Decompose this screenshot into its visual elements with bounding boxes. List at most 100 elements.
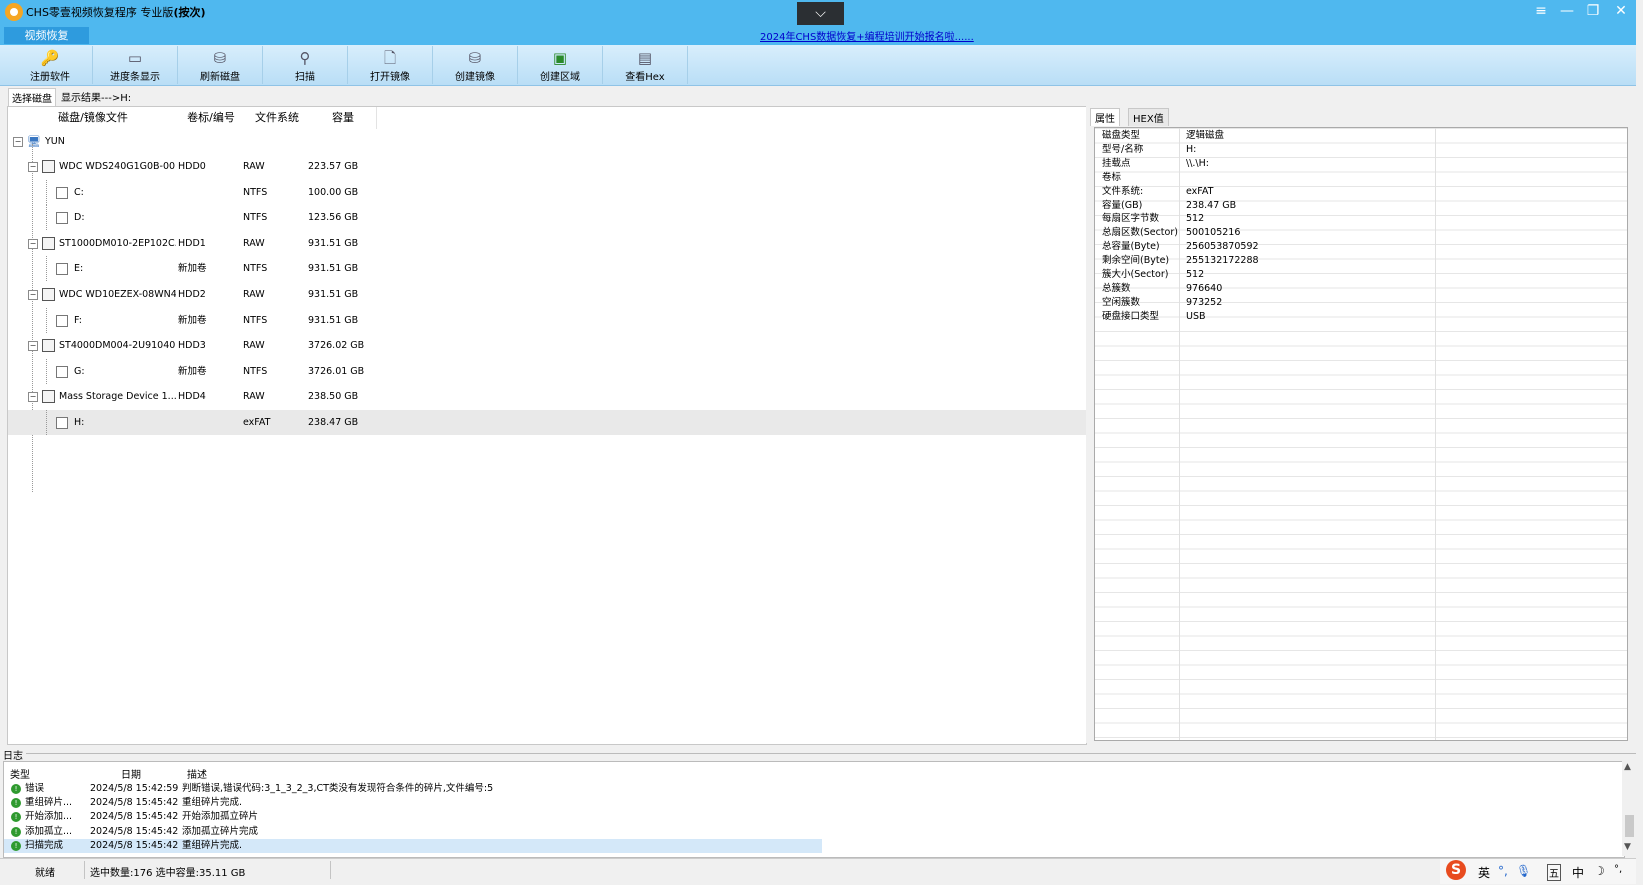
tab-select-disk[interactable]: 选择磁盘 — [8, 88, 56, 106]
register-button[interactable]: 🔑 注册软件 — [8, 46, 93, 84]
volume-checkbox[interactable] — [56, 212, 68, 225]
volume-row[interactable]: G: 新加卷 NTFS 3726.01 GB — [8, 358, 1086, 384]
log-row[interactable]: ! 重组碎片... 2024/5/8 15:45:42 重组碎片完成. — [4, 796, 822, 811]
volume-checkbox[interactable] — [56, 365, 68, 378]
log-header-desc[interactable]: 描述 — [187, 766, 207, 781]
volume-checkbox[interactable] — [56, 263, 68, 276]
window-menu-button[interactable]: ≡ — [1530, 1, 1552, 21]
volume-name: C: — [74, 186, 84, 198]
scroll-down-icon[interactable]: ▼ — [1624, 842, 1631, 852]
volume-checkbox[interactable] — [56, 417, 68, 429]
wubi-input-icon[interactable]: 五 — [1547, 864, 1561, 881]
volume-row[interactable]: D: NTFS 123.56 GB — [8, 205, 1086, 231]
create-region-icon: ▣ — [552, 49, 568, 67]
volume-label: 新加卷 — [178, 365, 207, 377]
status-divider — [330, 861, 331, 879]
collapse-toggle-icon[interactable]: − — [28, 238, 38, 249]
property-row: 卷标 — [1095, 171, 1627, 186]
log-header-date[interactable]: 日期 — [121, 766, 141, 781]
property-row: 型号/名称 H: — [1095, 143, 1627, 158]
volume-row[interactable]: C: NTFS 100.00 GB — [8, 179, 1086, 205]
disk-icon — [42, 288, 55, 301]
create-image-button[interactable]: ⛁ 创建镜像 — [433, 46, 518, 84]
status-ok-icon: ! — [11, 798, 21, 809]
volume-checkbox[interactable] — [56, 314, 68, 327]
log-header-type[interactable]: 类型 — [10, 766, 30, 781]
volume-row[interactable]: F: 新加卷 NTFS 931.51 GB — [8, 307, 1086, 333]
log-desc: 判断错误,错误代码:3_1_3_2_3,CT类没有发现符合条件的碎片,文件编号:… — [182, 783, 494, 794]
progress-display-button[interactable]: ▭ 进度条显示 — [93, 46, 178, 84]
disk-row[interactable]: − Mass Storage Device 1... HDD4 RAW 238.50 G… — [8, 384, 1086, 409]
scroll-up-icon[interactable]: ▲ — [1624, 762, 1631, 772]
disk-row[interactable]: − ST1000DM010-2EP102C... HDD1 RAW 931.51 GB — [8, 231, 1086, 256]
window-edge — [1636, 0, 1643, 884]
ime-english-toggle[interactable]: 英 — [1478, 864, 1490, 881]
refresh-disk-button[interactable]: ⛁ 刷新磁盘 — [178, 46, 263, 84]
volume-checkbox[interactable] — [56, 186, 68, 199]
volume-name: F: — [74, 314, 82, 326]
log-desc: 添加孤立碎片完成 — [182, 825, 259, 837]
disk-refresh-icon: ⛁ — [213, 49, 227, 67]
tab-show-result[interactable]: 显示结果--->H: — [58, 88, 134, 105]
column-header-capacity[interactable]: 容量 — [310, 107, 377, 129]
filesystem-value: RAW — [243, 340, 265, 352]
collapse-panel-button[interactable]: ⌵ — [797, 2, 844, 25]
collapse-toggle-icon[interactable]: − — [28, 392, 38, 403]
close-button[interactable]: ✕ — [1610, 1, 1632, 21]
disk-row[interactable]: − WDC WD10EZEX-08WN4... HDD2 RAW 931.51 GB — [8, 282, 1086, 307]
log-type: 重组碎片... — [25, 797, 73, 809]
log-desc: 重组碎片完成. — [182, 797, 243, 809]
collapse-toggle-icon[interactable]: − — [28, 290, 38, 300]
log-row[interactable]: ! 错误 2024/5/8 15:42:59 判断错误,错误代码:3_1_3_2_3,… — [4, 782, 822, 797]
disk-row[interactable]: − ST4000DM004-2U91040... HDD3 RAW 3726.02 GB — [8, 333, 1086, 358]
column-header-label[interactable]: 卷标/编号 — [178, 107, 245, 129]
disk-icon — [42, 236, 55, 250]
tree-root-label: YUN — [45, 136, 65, 147]
ime-chinese-toggle[interactable]: 中 — [1572, 864, 1584, 881]
property-key: 空闲簇数 — [1102, 296, 1141, 308]
scan-button[interactable]: ⚲ 扫描 — [263, 46, 348, 84]
ime-punctuation-toggle[interactable]: °, — [1498, 864, 1508, 878]
status-ok-icon: ! — [11, 840, 21, 851]
log-row[interactable]: ! 添加孤立... 2024/5/8 15:45:42 添加孤立碎片完成 — [4, 825, 822, 840]
log-divider — [26, 753, 1636, 754]
maximize-button[interactable]: ❐ — [1582, 1, 1604, 21]
capacity-value: 238.50 GB — [308, 391, 359, 403]
sogou-ime-icon[interactable]: S — [1446, 860, 1466, 880]
filesystem-value: NTFS — [243, 314, 268, 326]
view-tabs — [0, 86, 1643, 104]
ime-width-toggle[interactable]: ☽ — [1594, 864, 1605, 878]
log-row[interactable]: ! 开始添加... 2024/5/8 15:45:42 开始添加孤立碎片 — [4, 810, 822, 825]
collapse-toggle-icon[interactable]: − — [28, 162, 38, 172]
create-region-button[interactable]: ▣ 创建区域 — [518, 46, 603, 84]
volume-label: HDD1 — [178, 237, 206, 249]
tree-root-row[interactable]: − 🖥 YUN — [8, 129, 1086, 154]
capacity-value: 931.51 GB — [308, 314, 359, 326]
tab-video-recovery[interactable]: 视频恢复 — [4, 27, 89, 44]
filesystem-value: exFAT — [243, 417, 271, 428]
tab-hex-value[interactable]: HEX值 — [1128, 108, 1169, 126]
collapse-toggle-icon[interactable]: − — [13, 137, 23, 147]
capacity-value: 3726.01 GB — [308, 365, 365, 377]
promo-link[interactable]: 2024年CHS数据恢复+编程培训开始报名啦...... — [760, 28, 974, 43]
key-icon: 🔑 — [40, 49, 60, 67]
scroll-thumb[interactable] — [1625, 815, 1634, 837]
column-header-disk[interactable]: 磁盘/镜像文件 — [8, 107, 179, 129]
view-hex-button[interactable]: ▤ 查看Hex — [603, 46, 688, 84]
volume-row[interactable]: E: 新加卷 NTFS 931.51 GB — [8, 256, 1086, 282]
ime-more-toggle[interactable]: °, — [1614, 864, 1622, 875]
microphone-icon[interactable]: 🎙 — [1516, 864, 1531, 878]
volume-row[interactable]: H: exFAT 238.47 GB — [8, 410, 1086, 435]
collapse-toggle-icon[interactable]: − — [28, 341, 38, 352]
tab-properties[interactable]: 属性 — [1090, 108, 1120, 126]
disk-row[interactable]: − WDC WDS240G1G0B-00... HDD0 RAW 223.57 GB — [8, 154, 1086, 179]
magnifier-icon: ⚲ — [299, 49, 311, 67]
capacity-value: 100.00 GB — [308, 186, 359, 198]
property-value: 976640 — [1186, 282, 1223, 294]
open-image-button[interactable]: 🗋 打开镜像 — [348, 46, 433, 84]
log-row[interactable]: ! 扫描完成 2024/5/8 15:45:42 重组碎片完成. — [4, 838, 822, 854]
property-key: 容量(GB) — [1102, 199, 1143, 211]
minimize-button[interactable]: — — [1556, 1, 1578, 21]
column-header-filesystem[interactable]: 文件系统 — [244, 107, 311, 129]
tree-guide-line — [46, 307, 47, 333]
